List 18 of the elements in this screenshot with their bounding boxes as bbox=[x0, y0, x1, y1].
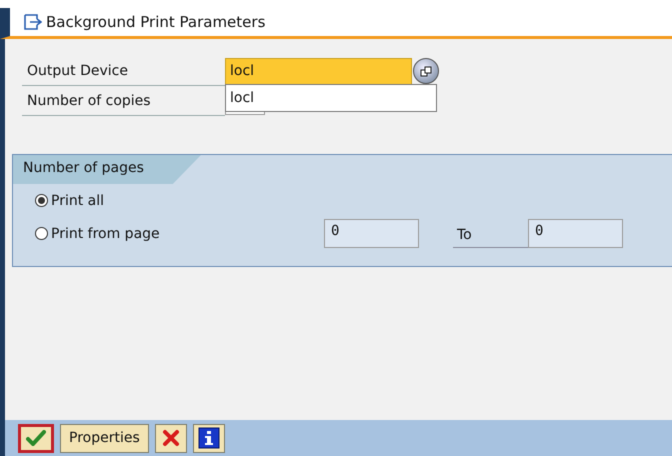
radio-option[interactable]: Print from page bbox=[35, 226, 324, 242]
input-field[interactable]: locl bbox=[225, 58, 412, 84]
properties-button[interactable]: Properties bbox=[60, 424, 149, 452]
to-page-field[interactable]: 0 bbox=[528, 219, 623, 248]
value-help-button[interactable] bbox=[413, 58, 439, 84]
info-button[interactable] bbox=[192, 424, 225, 452]
close-icon bbox=[162, 429, 180, 447]
cancel-button[interactable] bbox=[154, 424, 187, 452]
ok-button[interactable] bbox=[18, 424, 54, 452]
radio-option[interactable]: Print all bbox=[35, 192, 324, 208]
check-icon bbox=[26, 430, 46, 446]
from-page-field[interactable]: 0 bbox=[324, 219, 419, 248]
dialog-icon bbox=[24, 14, 42, 30]
window-title: Background Print Parameters bbox=[46, 13, 266, 31]
windows-icon bbox=[420, 66, 432, 76]
dropdown-item[interactable]: locl bbox=[226, 85, 436, 111]
group-title: Number of pages bbox=[13, 155, 201, 184]
info-icon bbox=[198, 427, 220, 449]
